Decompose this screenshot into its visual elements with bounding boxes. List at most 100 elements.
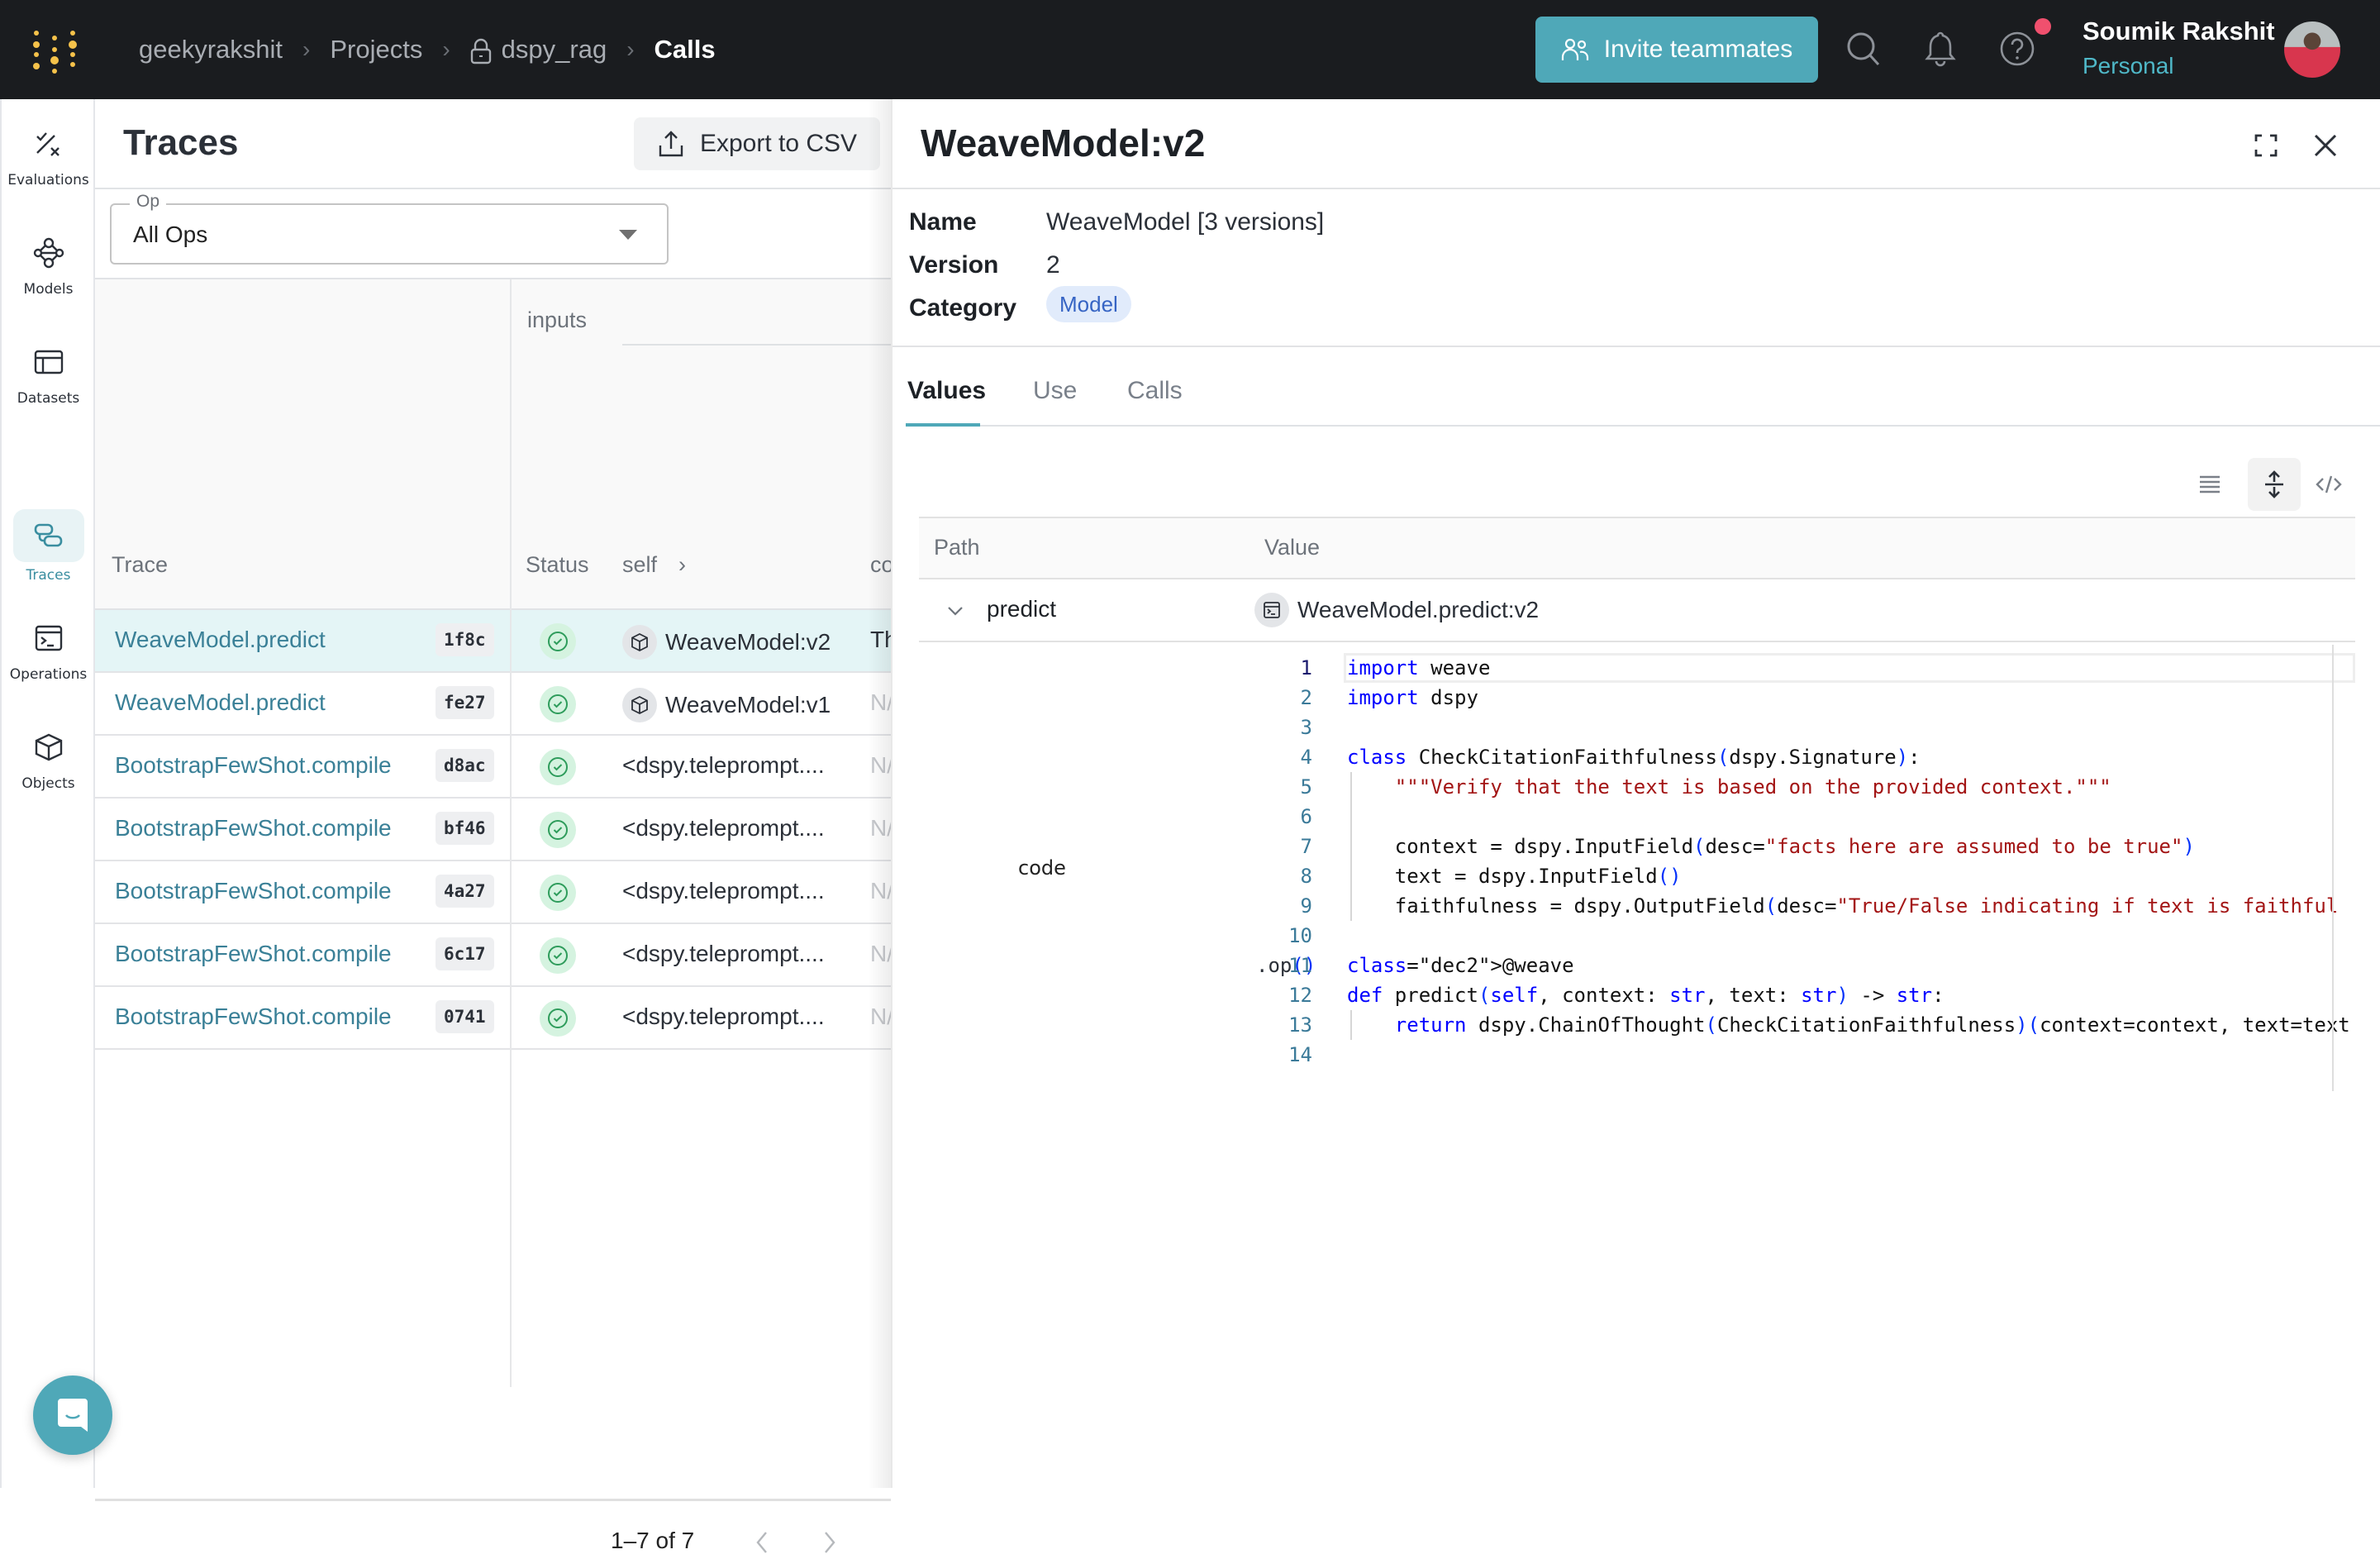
tab-values[interactable]: Values	[907, 377, 986, 405]
breadcrumb-projects[interactable]: Projects	[330, 35, 422, 64]
column-header-trace[interactable]: Trace	[112, 552, 168, 578]
export-csv-button[interactable]: Export to CSV	[634, 117, 880, 170]
code-line: 14	[1256, 1040, 2355, 1070]
divider	[95, 188, 891, 189]
table-row[interactable]: BootstrapFewShot.compile d8ac <dspy.tele…	[95, 736, 893, 799]
user-name[interactable]: Soumik Rakshit	[2082, 17, 2275, 46]
code-line: 8 text = dspy.InputField()	[1256, 861, 2355, 891]
active-tab-indicator	[906, 423, 980, 427]
trace-id-badge: 4a27	[436, 875, 494, 908]
table-header: inputs Trace Status self› co	[95, 279, 894, 610]
meta-version-label: Version	[909, 251, 999, 279]
search-icon[interactable]	[1844, 30, 1883, 68]
list-view-button[interactable]	[2183, 458, 2236, 511]
lock-icon	[470, 38, 491, 64]
table-row[interactable]: BootstrapFewShot.compile 0741 <dspy.tele…	[95, 987, 893, 1050]
table-row[interactable]: BootstrapFewShot.compile 6c17 <dspy.tele…	[95, 924, 893, 987]
sidebar-item-evaluations[interactable]: Evaluations	[2, 124, 95, 215]
status-success-icon	[540, 749, 576, 785]
code-line: 4 class CheckCitationFaithfulness(dspy.Si…	[1256, 742, 2355, 772]
notification-badge	[2035, 18, 2051, 35]
sidebar-item-operations[interactable]: Operations	[2, 618, 95, 709]
code-view-icon	[2316, 475, 2342, 493]
code-line: 2 import dspy	[1256, 683, 2355, 713]
breadcrumb-current: Calls	[654, 35, 716, 64]
table-row[interactable]: WeaveModel.predict fe27 WeaveModel:v1 N/	[95, 673, 893, 736]
op-filter-label: Op	[130, 192, 167, 212]
sidebar-item-traces[interactable]: Traces	[2, 509, 95, 600]
support-chat-button[interactable]	[33, 1375, 112, 1455]
sidebar-item-datasets[interactable]: Datasets	[2, 342, 95, 433]
line-number: 13	[1288, 1013, 1312, 1037]
traces-panel: Traces Export to CSV Op All Ops inputs T…	[95, 99, 897, 1553]
column-header-self[interactable]: self ›	[622, 552, 686, 578]
line-number: 2	[1300, 686, 1312, 709]
invite-teammates-button[interactable]: Invite teammates	[1535, 17, 1818, 83]
trace-op-link[interactable]: BootstrapFewShot.compile	[115, 815, 392, 841]
trace-op-link[interactable]: WeaveModel.predict	[115, 627, 326, 653]
prev-page-button[interactable]	[748, 1526, 778, 1559]
values-table-header: Path Value	[919, 517, 2355, 579]
wandb-logo[interactable]	[30, 25, 79, 74]
breadcrumb-project[interactable]: dspy_rag	[470, 35, 607, 64]
trace-op-link[interactable]: BootstrapFewShot.compile	[115, 1004, 392, 1030]
bell-icon[interactable]	[1921, 30, 1959, 68]
tab-calls[interactable]: Calls	[1127, 377, 1183, 405]
chevron-right-icon: ›	[442, 36, 450, 62]
op-filter-select[interactable]: Op All Ops	[110, 192, 669, 265]
user-org[interactable]: Personal	[2082, 53, 2174, 79]
chat-icon	[58, 1399, 88, 1432]
objects-icon	[35, 733, 62, 761]
chevron-down-icon[interactable]	[944, 599, 967, 622]
fullscreen-icon[interactable]	[2249, 129, 2282, 162]
code-line: 10	[1256, 921, 2355, 951]
column-header-status[interactable]: Status	[526, 552, 589, 578]
trace-op-link[interactable]: WeaveModel.predict	[115, 689, 326, 716]
path-code: code	[1018, 856, 1066, 880]
category-badge: Model	[1046, 286, 1131, 322]
code-editor[interactable]: 1 import weave 2 import dspy 3 4 class CheckCi…	[1256, 653, 2355, 1116]
column-divider	[510, 279, 512, 1387]
expand-rows-button[interactable]	[2248, 458, 2301, 511]
table-row[interactable]: BootstrapFewShot.compile 4a27 <dspy.tele…	[95, 861, 893, 924]
code-line: 11 class="dec2">@weave .op()	[1256, 951, 2355, 980]
invite-label: Invite teammates	[1603, 36, 1793, 63]
op-ref-link[interactable]: WeaveModel.predict:v2	[1254, 593, 1539, 627]
breadcrumb-project-label: dspy_rag	[501, 35, 607, 64]
trace-op-link[interactable]: BootstrapFewShot.compile	[115, 878, 392, 904]
users-icon	[1561, 38, 1588, 60]
status-success-icon	[540, 875, 576, 911]
sidebar-item-models[interactable]: Models	[2, 233, 95, 324]
table-row[interactable]: WeaveModel.predict 1f8c WeaveModel:v2 Th	[95, 610, 897, 673]
editor-ruler	[2332, 645, 2334, 1091]
chevron-right-icon[interactable]: ›	[678, 552, 686, 577]
code-line: 9 faithfulness = dspy.OutputField(desc="…	[1256, 891, 2355, 921]
next-page-button[interactable]	[814, 1526, 844, 1559]
sidebar-label: Datasets	[17, 390, 80, 407]
code-line: 5 """Verify that the text is based on th…	[1256, 772, 2355, 802]
breadcrumb-entity[interactable]: geekyrakshit	[139, 35, 283, 64]
datasets-icon	[34, 350, 63, 374]
sidebar-item-objects[interactable]: Objects	[2, 727, 95, 818]
trace-op-link[interactable]: BootstrapFewShot.compile	[115, 941, 392, 967]
column-group-inputs: inputs	[527, 308, 588, 332]
chevron-right-icon: ›	[302, 36, 311, 62]
meta-name-value[interactable]: WeaveModel [3 versions]	[1046, 208, 1324, 236]
object-ref-link[interactable]: WeaveModel:v2	[622, 625, 831, 660]
code-line: 1 import weave	[1256, 653, 2355, 683]
avatar[interactable]	[2284, 21, 2340, 78]
breadcrumb: geekyrakshit › Projects › dspy_rag › Cal…	[139, 0, 716, 99]
line-number: 7	[1300, 835, 1312, 858]
close-icon[interactable]	[2309, 129, 2342, 162]
self-value: <dspy.teleprompt....	[622, 878, 825, 903]
export-label: Export to CSV	[699, 130, 858, 157]
table-row[interactable]: BootstrapFewShot.compile bf46 <dspy.tele…	[95, 799, 893, 861]
line-number: 4	[1300, 746, 1312, 769]
operations-icon	[35, 625, 62, 651]
code-line: 3	[1256, 713, 2355, 742]
code-view-button[interactable]	[2302, 458, 2355, 511]
tab-use[interactable]: Use	[1033, 377, 1077, 405]
object-ref-link[interactable]: WeaveModel:v1	[622, 688, 831, 722]
trace-op-link[interactable]: BootstrapFewShot.compile	[115, 752, 392, 779]
help-icon[interactable]	[1998, 30, 2036, 68]
